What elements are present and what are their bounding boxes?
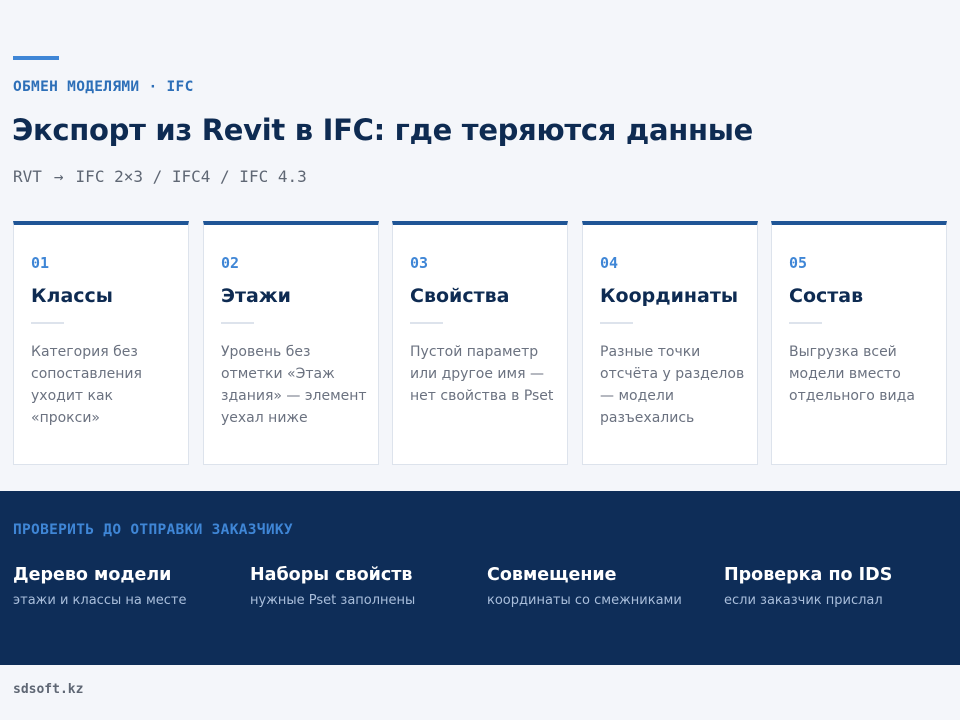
card-title: Координаты — [600, 285, 739, 307]
page-title: Экспорт из Revit в IFC: где теряются дан… — [12, 113, 754, 147]
check-title: Наборы свойств — [250, 565, 413, 585]
format-line: RVT → IFC 2×3 / IFC4 / IFC 4.3 — [13, 167, 307, 186]
issue-card-classes: 01 Классы Категория без сопоставления ух… — [13, 221, 189, 465]
check-item-model-tree: Дерево модели этажи и классы на месте — [13, 565, 243, 608]
arrow-icon: → — [53, 167, 64, 186]
check-description: нужные Pset заполнены — [250, 593, 416, 608]
format-from: RVT — [13, 167, 42, 186]
check-title: Проверка по IDS — [724, 565, 893, 585]
accent-bar — [13, 56, 59, 60]
checklist-heading: ПРОВЕРИТЬ ДО ОТПРАВКИ ЗАКАЗЧИКУ — [13, 522, 293, 538]
card-title: Классы — [31, 285, 113, 307]
check-item-property-sets: Наборы свойств нужные Pset заполнены — [250, 565, 480, 608]
card-description: Выгрузка всей модели вместо отдельного в… — [789, 344, 915, 404]
checklist-band: ПРОВЕРИТЬ ДО ОТПРАВКИ ЗАКАЗЧИКУ Дерево м… — [0, 491, 960, 665]
card-title: Свойства — [410, 285, 510, 307]
card-number: 01 — [31, 254, 50, 272]
card-number: 04 — [600, 254, 619, 272]
card-divider — [600, 322, 633, 324]
card-description: Разные точки отсчёта у разделов — модели… — [600, 344, 745, 426]
card-divider — [221, 322, 254, 324]
card-divider — [789, 322, 822, 324]
card-divider — [410, 322, 443, 324]
check-description: если заказчик прислал — [724, 593, 883, 608]
card-number: 02 — [221, 254, 240, 272]
card-number: 05 — [789, 254, 808, 272]
card-description: Уровень без отметки «Этаж здания» — элем… — [221, 344, 367, 426]
issue-cards: 01 Классы Категория без сопоставления ух… — [13, 221, 948, 465]
issue-card-properties: 03 Свойства Пустой параметр или другое и… — [392, 221, 568, 465]
check-description: координаты со смежниками — [487, 593, 682, 608]
footer-site: sdsoft.kz — [13, 682, 84, 697]
check-item-ids: Проверка по IDS если заказчик прислал — [724, 565, 954, 608]
card-description: Пустой параметр или другое имя — нет сво… — [410, 344, 554, 404]
card-title: Состав — [789, 285, 864, 307]
check-title: Дерево модели — [13, 565, 172, 585]
check-description: этажи и классы на месте — [13, 593, 187, 608]
check-item-alignment: Совмещение координаты со смежниками — [487, 565, 717, 608]
check-title: Совмещение — [487, 565, 617, 585]
card-number: 03 — [410, 254, 429, 272]
card-title: Этажи — [221, 285, 291, 307]
card-divider — [31, 322, 64, 324]
issue-card-composition: 05 Состав Выгрузка всей модели вместо от… — [771, 221, 947, 465]
format-to: IFC 2×3 / IFC4 / IFC 4.3 — [75, 167, 307, 186]
issue-card-coordinates: 04 Координаты Разные точки отсчёта у раз… — [582, 221, 758, 465]
section-kicker: ОБМЕН МОДЕЛЯМИ · IFC — [13, 79, 194, 95]
issue-card-levels: 02 Этажи Уровень без отметки «Этаж здани… — [203, 221, 379, 465]
card-description: Категория без сопоставления уходит как «… — [31, 344, 142, 426]
